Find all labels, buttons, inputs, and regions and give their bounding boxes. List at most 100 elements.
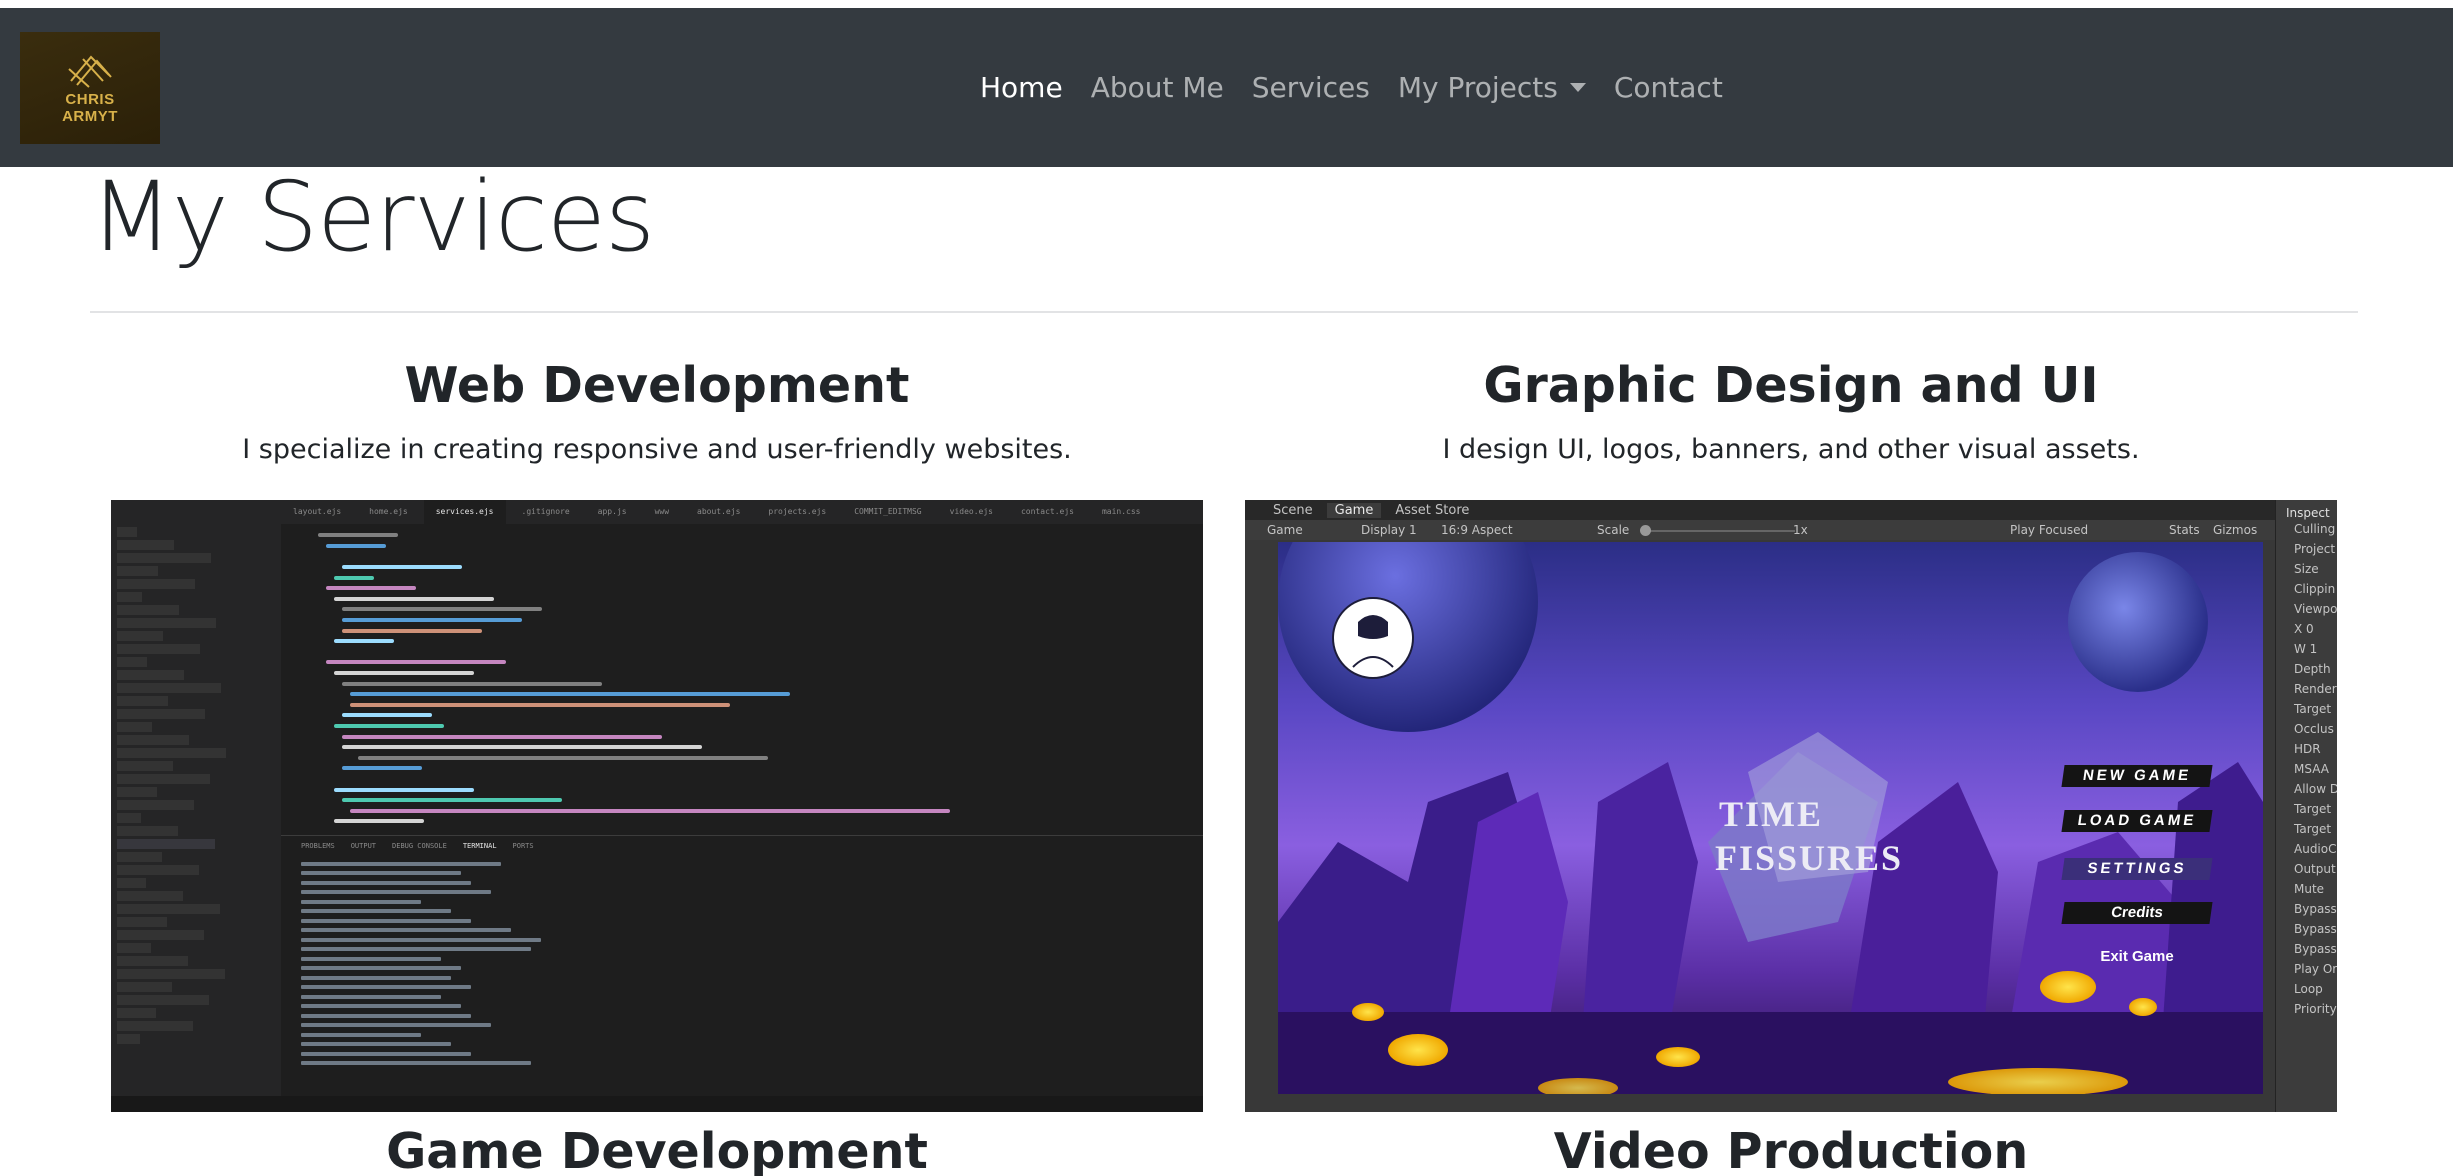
nav-links: Home About Me Services My Projects Conta…: [966, 70, 1737, 106]
code-text: [342, 798, 562, 803]
code-line: [286, 541, 1186, 552]
explorer-item: [117, 943, 151, 953]
explorer-item: [117, 670, 184, 680]
panel-tab: OUTPUT: [350, 842, 377, 850]
explorer-item: [117, 995, 209, 1005]
editor-tab: video.ejs: [949, 507, 993, 516]
nav-link-about-me[interactable]: About Me: [1077, 70, 1238, 106]
explorer-item: [117, 878, 146, 888]
explorer-item: [117, 553, 211, 563]
inspector-field-label: Size: [2294, 562, 2319, 576]
inspector-field-label: Project: [2294, 542, 2336, 556]
gizmos-toggle: Gizmos: [2213, 523, 2258, 537]
code-line: [286, 731, 1186, 742]
panel-tab-active: TERMINAL: [462, 842, 497, 850]
terminal-line: [301, 871, 461, 875]
inspector-field-label: Viewpo: [2294, 602, 2337, 616]
brand-name-line-2: ARMYT: [62, 108, 118, 125]
terminal-line: [301, 1061, 531, 1065]
terminal-line: [301, 947, 531, 951]
code-line: [286, 604, 1186, 615]
code-line: [286, 721, 1186, 732]
terminal-line: [301, 880, 471, 885]
panel-tab: PORTS: [512, 842, 534, 850]
explorer-item: [117, 839, 215, 849]
explorer-item: [117, 852, 162, 862]
explorer-item: [117, 774, 210, 784]
scale-slider-track: [1645, 530, 1795, 532]
unity-tab-scene: Scene: [1273, 502, 1313, 518]
game-menu-settings: SETTINGS: [2061, 858, 2213, 880]
service-title-game-development: Game Development: [386, 1123, 928, 1176]
terminal-output: [281, 861, 1203, 1065]
code-line: [286, 530, 1186, 541]
code-line: [286, 763, 1186, 774]
code-text: [342, 766, 422, 771]
editor-tab: home.ejs: [369, 507, 408, 516]
caret-down-icon: [1569, 83, 1586, 92]
code-line: [286, 583, 1186, 594]
terminal-line: [301, 1013, 471, 1018]
title-divider: [90, 311, 2358, 313]
view-select: Game: [1267, 523, 1303, 537]
terminal-line: [301, 1023, 491, 1027]
web-development-image: layout.ejs home.ejs services.ejs .gitign…: [111, 500, 1203, 1112]
explorer-item: [117, 800, 194, 810]
terminal-line: [301, 1004, 461, 1008]
explorer-item: [117, 579, 195, 589]
brand-logo[interactable]: CHRIS ARMYT: [20, 32, 160, 144]
editor-status-bar: [111, 1096, 1203, 1112]
top-navbar: CHRIS ARMYT Home About Me Services My Pr…: [0, 8, 2453, 167]
editor-tab: about.ejs: [697, 507, 741, 516]
code-line: [286, 742, 1186, 753]
play-mode-select: Play Focused: [2010, 523, 2089, 537]
terminal-line: [301, 956, 441, 961]
nav-link-services[interactable]: Services: [1238, 70, 1384, 106]
explorer-item: [117, 1034, 140, 1044]
stats-toggle: Stats: [2169, 523, 2200, 537]
inspector-field-label: Play Or: [2294, 962, 2337, 976]
inspector-field-label: Depth: [2294, 662, 2331, 676]
terminal-line: [301, 937, 541, 942]
terminal-line: [301, 966, 461, 970]
code-text: [334, 639, 394, 644]
editor-tab-bar: layout.ejs home.ejs services.ejs .gitign…: [111, 500, 1203, 524]
terminal-line: [301, 899, 421, 904]
game-logo-line-1: TIME: [1719, 794, 1824, 834]
planet-right-icon: [2068, 552, 2208, 692]
nav-link-my-projects-dropdown[interactable]: My Projects: [1384, 70, 1600, 106]
inspector-field-label: X 0: [2294, 622, 2314, 636]
explorer-item: [117, 982, 172, 992]
game-menu-new-game: NEW GAME: [2061, 765, 2213, 787]
inspector-field-label: AudioC: [2294, 842, 2337, 856]
inspector-field-label: Occlus: [2294, 722, 2334, 736]
explorer-item: [117, 787, 157, 797]
code-line: [286, 805, 1186, 816]
code-line: [286, 668, 1186, 679]
code-line: [286, 657, 1186, 668]
code-line: [286, 562, 1186, 573]
nav-link-home[interactable]: Home: [966, 70, 1077, 106]
service-description-web-development: I specialize in creating responsive and …: [242, 434, 1072, 465]
code-line: [286, 572, 1186, 583]
terminal-panel: PROBLEMS OUTPUT DEBUG CONSOLE TERMINAL P…: [281, 835, 1203, 1097]
code-text: [326, 660, 506, 665]
explorer-item: [117, 709, 205, 719]
terminal-line: [301, 1032, 421, 1037]
terminal-line: [301, 1042, 451, 1046]
panel-tab: DEBUG CONSOLE: [392, 842, 447, 850]
explorer-item: [117, 566, 158, 576]
editor-tab: COMMIT_EDITMSG: [854, 507, 922, 516]
unity-tab-asset-store: Asset Store: [1395, 502, 1470, 518]
nav-link-contact[interactable]: Contact: [1600, 70, 1737, 106]
explorer-item: [117, 722, 152, 732]
code-text: [326, 586, 416, 591]
inspector-field-label: Bypass: [2294, 922, 2337, 936]
code-line: [286, 710, 1186, 721]
code-text: [342, 607, 542, 612]
game-viewport: TIME FISSURES NEW GAME LOAD GAME SETTING…: [1278, 542, 2263, 1094]
code-text: [350, 692, 790, 697]
explorer-item: [117, 631, 163, 641]
